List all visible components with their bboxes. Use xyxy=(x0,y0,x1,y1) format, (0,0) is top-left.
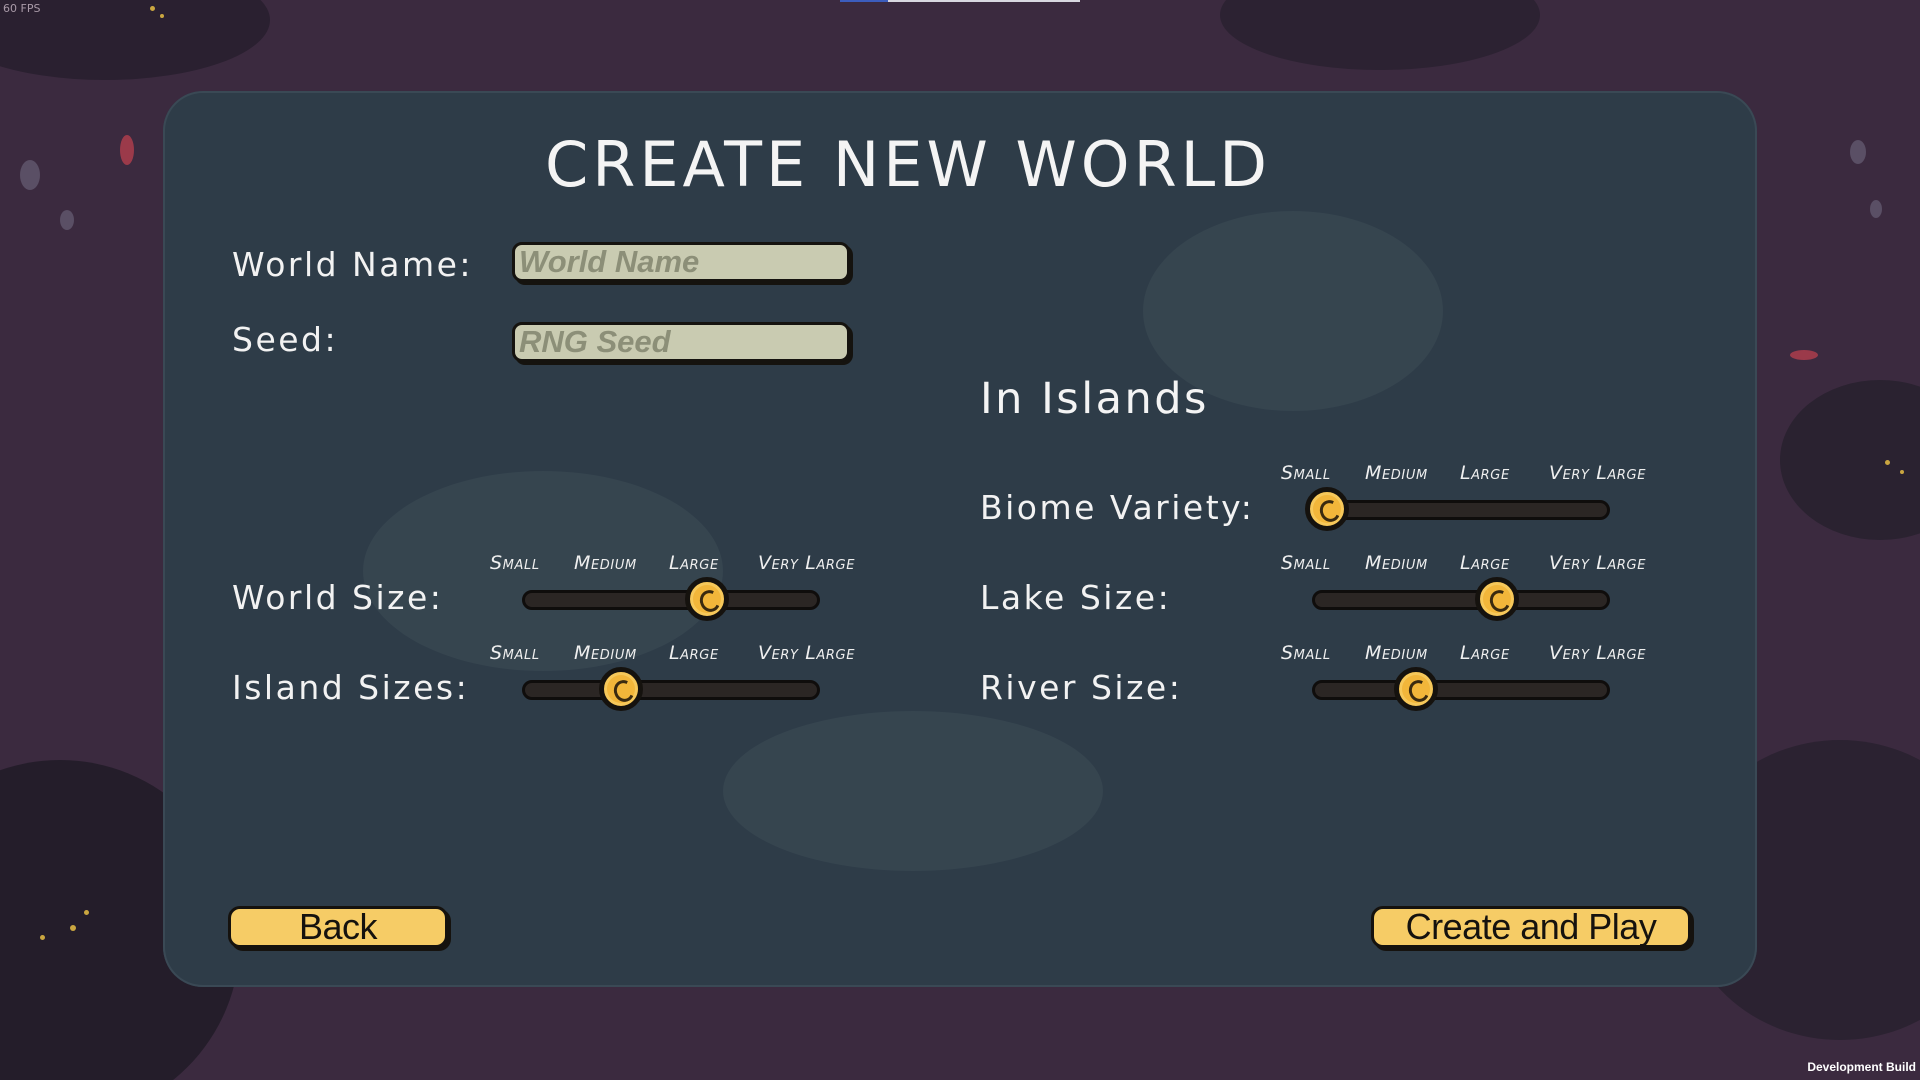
island-sizes-slider-handle[interactable] xyxy=(599,667,643,711)
create-world-panel xyxy=(163,91,1757,987)
tick-label: Small xyxy=(1281,552,1331,574)
world-size-label: World Size: xyxy=(232,578,444,617)
biome-variety-slider[interactable] xyxy=(1305,487,1610,531)
tick-label: Large xyxy=(669,642,719,664)
tick-label: Medium xyxy=(1365,552,1428,574)
tick-label: Small xyxy=(490,552,540,574)
development-build-label: Development Build xyxy=(1807,1060,1916,1074)
tick-label: Large xyxy=(1460,642,1510,664)
tick-label: Very Large xyxy=(758,552,856,574)
tick-label: Small xyxy=(490,642,540,664)
world-name-input[interactable] xyxy=(512,242,850,282)
tick-label: Very Large xyxy=(1549,462,1647,484)
river-size-slider-handle[interactable] xyxy=(1394,667,1438,711)
back-button[interactable]: Back xyxy=(228,906,448,948)
biome-variety-slider-handle[interactable] xyxy=(1305,487,1349,531)
seed-input[interactable] xyxy=(512,322,850,362)
section-title-in-islands: In Islands xyxy=(980,374,1209,424)
tick-label: Medium xyxy=(1365,642,1428,664)
tick-label: Small xyxy=(1281,462,1331,484)
world-size-slider[interactable] xyxy=(522,577,820,621)
tick-label: Large xyxy=(1460,462,1510,484)
top-progress-accent xyxy=(840,0,888,2)
create-and-play-button[interactable]: Create and Play xyxy=(1371,906,1691,948)
lake-size-slider-handle[interactable] xyxy=(1475,577,1519,621)
tick-label: Very Large xyxy=(1549,642,1647,664)
lake-size-label: Lake Size: xyxy=(980,578,1172,617)
tick-label: Small xyxy=(1281,642,1331,664)
seed-label: Seed: xyxy=(232,320,339,359)
river-size-label: River Size: xyxy=(980,668,1183,707)
tick-label: Medium xyxy=(574,552,637,574)
biome-variety-label: Biome Variety: xyxy=(980,488,1255,527)
world-size-slider-handle[interactable] xyxy=(685,577,729,621)
page-title: CREATE NEW WORLD xyxy=(545,128,1271,201)
tick-label: Very Large xyxy=(758,642,856,664)
island-sizes-label: Island Sizes: xyxy=(232,668,470,707)
island-sizes-slider[interactable] xyxy=(522,667,820,711)
lake-size-slider[interactable] xyxy=(1312,577,1610,621)
river-size-slider[interactable] xyxy=(1312,667,1610,711)
tick-label: Large xyxy=(1460,552,1510,574)
tick-label: Large xyxy=(669,552,719,574)
fps-counter: 60 FPS xyxy=(3,2,41,15)
tick-label: Very Large xyxy=(1549,552,1647,574)
tick-label: Medium xyxy=(1365,462,1428,484)
world-name-label: World Name: xyxy=(232,245,474,284)
tick-label: Medium xyxy=(574,642,637,664)
